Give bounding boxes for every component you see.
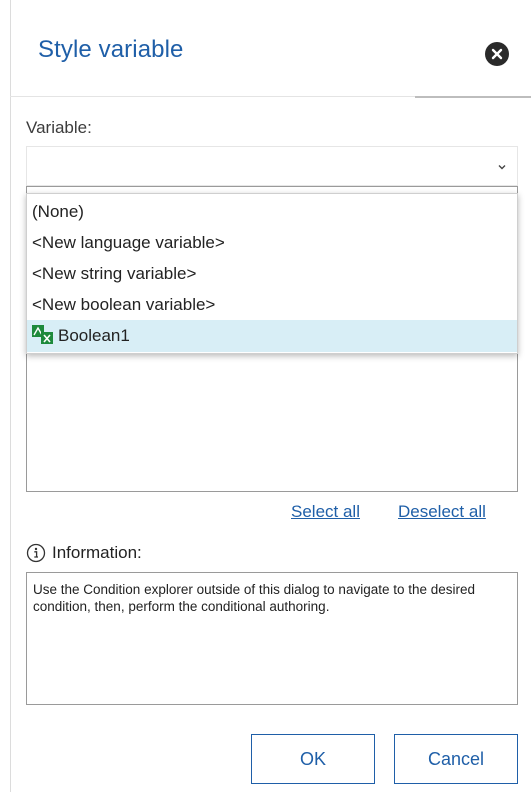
- dialog-title: Style variable: [38, 36, 184, 63]
- variable-label: Variable:: [26, 118, 92, 137]
- dropdown-option-new-boolean-variable[interactable]: <New boolean variable>: [27, 289, 517, 321]
- left-divider: [10, 0, 11, 792]
- information-text: Use the Condition explorer outside of th…: [26, 572, 518, 705]
- information-header: Information:: [26, 542, 142, 564]
- variable-dropdown-menu: (None) <New language variable> <New stri…: [26, 193, 518, 354]
- dropdown-option-none[interactable]: (None): [27, 196, 517, 228]
- chevron-down-icon: [498, 165, 506, 170]
- deselect-all-link[interactable]: Deselect all: [398, 502, 486, 522]
- cancel-button[interactable]: Cancel: [394, 734, 518, 784]
- variable-select[interactable]: [26, 146, 518, 186]
- information-label: Information:: [52, 543, 142, 562]
- info-icon: [26, 543, 46, 563]
- header-divider-accent: [415, 96, 531, 98]
- dropdown-option-boolean1-label: Boolean1: [58, 326, 130, 345]
- select-all-link[interactable]: Select all: [291, 502, 360, 522]
- close-icon: [491, 48, 503, 60]
- dropdown-option-boolean1[interactable]: Boolean1: [27, 320, 517, 352]
- dropdown-option-new-language-variable[interactable]: <New language variable>: [27, 227, 517, 259]
- close-button[interactable]: [485, 42, 509, 66]
- ok-button[interactable]: OK: [251, 734, 375, 784]
- boolean-variable-icon: [32, 324, 53, 344]
- dropdown-option-new-string-variable[interactable]: <New string variable>: [27, 258, 517, 290]
